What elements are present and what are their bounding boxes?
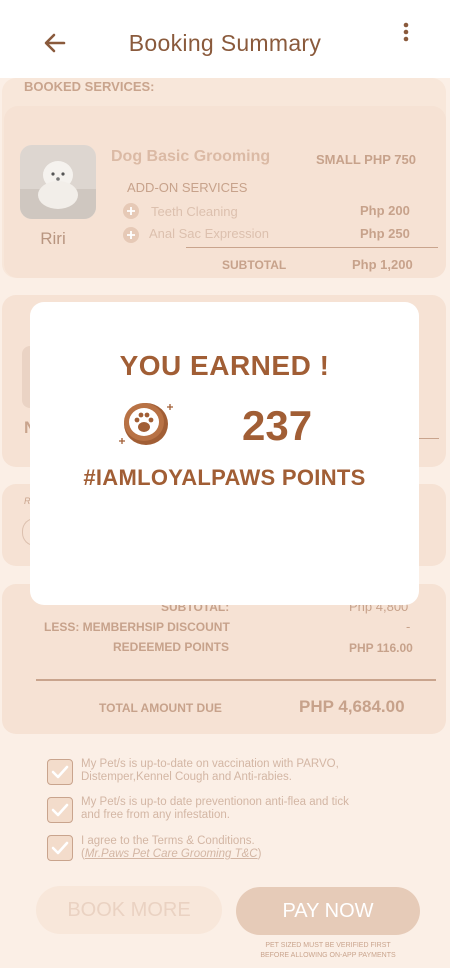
total-value: PHP 4,684.00 (299, 697, 405, 716)
discount-value: - (406, 619, 411, 634)
subtotal-value: Php 1,200 (352, 257, 413, 272)
agreement-line: I agree to the Terms & Conditions. (81, 835, 255, 847)
anti-flea-checkbox[interactable] (47, 797, 73, 823)
book-more-button[interactable]: BOOK MORE (36, 886, 222, 934)
agreement-line: and free from any infestation. (81, 809, 230, 821)
agreement-line: (Mr.Paws Pet Care Grooming T&C) (81, 848, 261, 861)
terms-agreement-text: I agree to the Terms & Conditions. (Mr.P… (81, 835, 261, 861)
footnote-line: BEFORE ALLOWING ON-APP PAYMENTS (260, 952, 396, 959)
divider (36, 679, 436, 681)
vaccination-checkbox[interactable] (47, 759, 73, 785)
service-name: Dog Basic Grooming (111, 148, 271, 165)
redeemed-points-label: REDEEMED POINTS (113, 640, 230, 654)
redeemed-points-value: PHP 116.00 (349, 641, 413, 655)
points-earned-modal: YOU EARNED ! 237 #IAMLOYALPAWS POINTS (30, 302, 419, 605)
points-value: 237 (242, 402, 313, 449)
loyalty-program-label: #IAMLOYALPAWS POINTS (83, 465, 366, 490)
vaccination-agreement-text: My Pet/s is up-to-date on vaccination wi… (81, 758, 339, 784)
page-title: Booking Summary (128, 30, 322, 56)
addon-name: Teeth Cleaning (151, 204, 238, 219)
payment-footnote: PET SIZED MUST BE VERIFIED FIRST BEFORE … (236, 941, 420, 961)
more-options-icon[interactable] (398, 20, 414, 46)
addon-price: Php 200 (360, 203, 410, 218)
pet-name: Riri (40, 229, 66, 248)
add-icon[interactable] (123, 227, 139, 243)
addon-name: Anal Sac Expression (149, 226, 269, 241)
paw-coin-icon (116, 398, 176, 448)
divider (419, 438, 439, 439)
anti-flea-agreement-text: My Pet/s is up-to date preventionon anti… (81, 796, 349, 822)
terms-checkbox[interactable] (47, 835, 73, 861)
earned-heading: YOU EARNED ! (119, 350, 330, 381)
agreement-line: Distemper,Kennel Cough and Anti-rabies. (81, 771, 292, 783)
divider (186, 247, 438, 248)
agreement-line: My Pet/s is up-to-date on vaccination wi… (81, 758, 339, 770)
footnote-line: PET SIZED MUST BE VERIFIED FIRST (265, 942, 391, 949)
agreement-line: My Pet/s is up-to date preventionon anti… (81, 796, 349, 808)
pet-avatar (20, 145, 96, 219)
pay-now-button[interactable]: PAY NOW (236, 887, 420, 935)
terms-link[interactable]: Mr.Paws Pet Care Grooming T&C (85, 848, 258, 860)
total-label: TOTAL AMOUNT DUE (99, 701, 222, 715)
add-icon[interactable] (123, 203, 139, 219)
discount-label: LESS: MEMBERHSIP DISCOUNT (44, 620, 230, 634)
addon-heading: ADD-ON SERVICES (127, 180, 248, 195)
service-size-price: SMALL PHP 750 (316, 152, 416, 167)
paren-close: ) (257, 848, 262, 860)
booked-services-heading: BOOKED SERVICES: (24, 79, 155, 94)
addon-price: Php 250 (360, 226, 410, 241)
subtotal-label: SUBTOTAL (222, 258, 287, 272)
